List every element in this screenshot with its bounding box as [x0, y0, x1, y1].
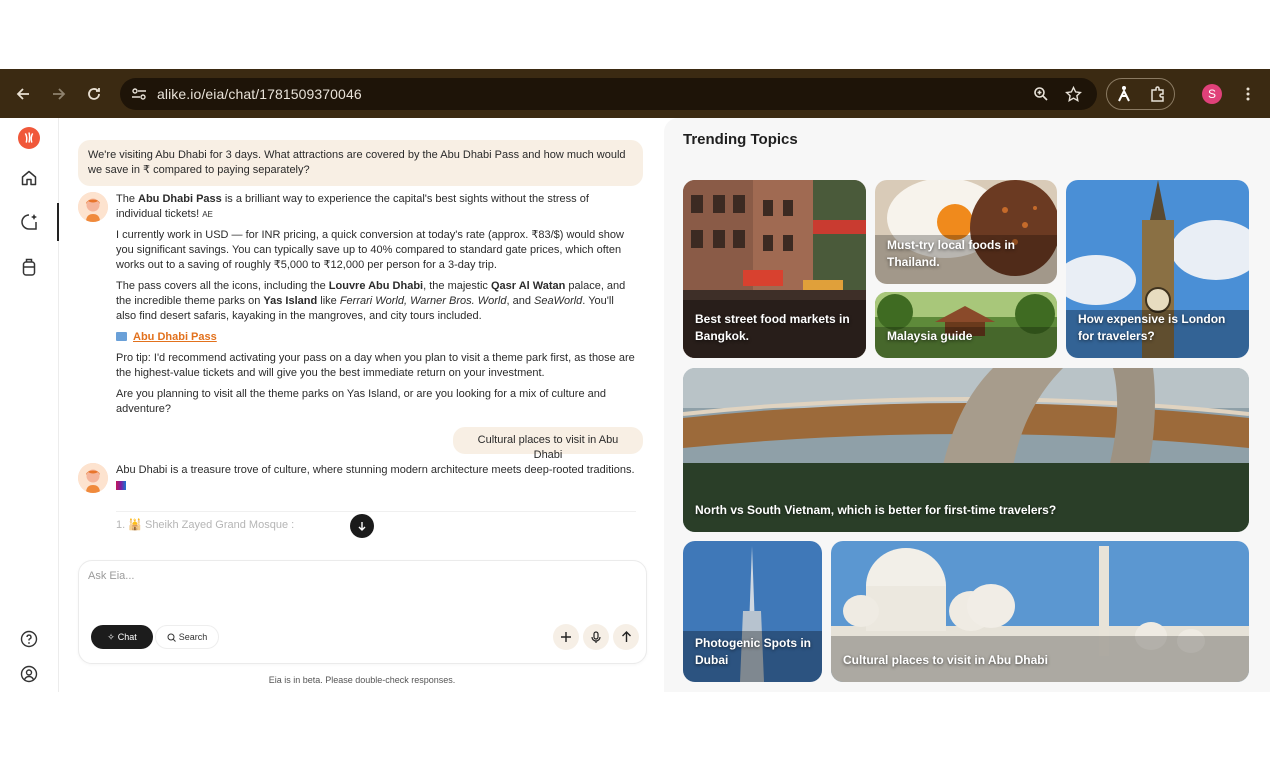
card-title: Malaysia guide [887, 329, 973, 343]
url-text[interactable]: alike.io/eia/chat/1781509370046 [157, 86, 362, 102]
search-icon [167, 633, 176, 642]
ask-input[interactable]: Ask Eia... [88, 570, 134, 582]
flag-icon: AE [202, 210, 213, 219]
user-message-text: Cultural places to visit in Abu Dhabi [477, 434, 619, 461]
bot-link-row: Abu Dhabi Pass [116, 330, 636, 345]
trips-icon[interactable] [18, 256, 40, 278]
active-indicator [57, 203, 59, 241]
bot-avatar [78, 192, 108, 222]
browser-window: alike.io/eia/chat/1781509370046 S We're … [0, 69, 1270, 692]
address-bar[interactable]: alike.io/eia/chat/1781509370046 [120, 78, 1097, 110]
bot-avatar [78, 463, 108, 493]
forward-icon[interactable] [46, 81, 72, 107]
trending-title: Trending Topics [683, 131, 798, 148]
profile-avatar[interactable]: S [1202, 84, 1222, 104]
plus-icon [561, 632, 571, 642]
card-title: Photogenic Spots in Dubai [695, 636, 811, 667]
trending-card[interactable]: North vs South Vietnam, which is better … [683, 368, 1249, 532]
trending-card[interactable]: Photogenic Spots in Dubai [683, 541, 822, 682]
chat-mode-button[interactable]: ✧ Chat [91, 625, 153, 649]
trending-panel: Trending Topics Best street food markets… [664, 118, 1270, 692]
bot-paragraph: Abu Dhabi is a treasure trove of culture… [116, 464, 635, 476]
help-icon[interactable] [18, 628, 40, 650]
card-title: How expensive is London for travelers? [1078, 312, 1226, 343]
user-message-text: We're visiting Abu Dhabi for 3 days. Wha… [88, 149, 626, 176]
beta-disclaimer: Eia is in beta. Please double-check resp… [268, 675, 456, 685]
left-rail [0, 118, 59, 692]
trending-card[interactable]: Malaysia guide [875, 292, 1057, 358]
browser-toolbar: alike.io/eia/chat/1781509370046 S [0, 69, 1270, 118]
composer: Ask Eia... ✧ Chat Search [78, 560, 647, 664]
sparkle-icon: ✧ [107, 631, 115, 642]
bot-paragraph: I currently work in USD — for INR pricin… [116, 229, 624, 271]
bot-message: Abu Dhabi is a treasure trove of culture… [116, 463, 636, 533]
bot-paragraph: The pass covers all the icons, including… [116, 280, 626, 322]
card-title: Best street food markets in Bangkok. [695, 312, 850, 343]
reading-mode-icon[interactable] [1115, 85, 1133, 103]
trending-card[interactable]: How expensive is London for travelers? [1066, 180, 1249, 358]
mic-icon [591, 630, 601, 643]
menu-kebab-icon[interactable] [1235, 81, 1261, 107]
send-button[interactable] [613, 624, 639, 650]
arrow-up-icon [621, 631, 631, 642]
logo-icon[interactable] [18, 127, 40, 149]
bot-message: The Abu Dhabi Pass is a brilliant way to… [116, 192, 636, 423]
user-message: We're visiting Abu Dhabi for 3 days. Wha… [78, 140, 643, 186]
bot-paragraph: Pro tip: I'd recommend activating your p… [116, 352, 635, 379]
bot-paragraph: The Abu Dhabi Pass is a brilliant way to… [116, 193, 589, 220]
profile-icon[interactable] [18, 663, 40, 685]
trending-card[interactable]: Best street food markets in Bangkok. [683, 180, 866, 358]
culture-emoji-icon [116, 480, 636, 495]
voice-button[interactable] [583, 624, 609, 650]
site-settings-icon[interactable] [130, 85, 148, 103]
reload-icon[interactable] [81, 81, 107, 107]
user-message: Cultural places to visit in Abu Dhabi [453, 427, 643, 461]
add-attachment-button[interactable] [553, 624, 579, 650]
chat-panel: We're visiting Abu Dhabi for 3 days. Wha… [60, 118, 652, 692]
card-title: North vs South Vietnam, which is better … [695, 503, 1057, 517]
zoom-icon[interactable] [1032, 85, 1050, 103]
map-icon [116, 332, 127, 341]
fading-list-item: 1. 🕌 Sheikh Zayed Grand Mosque : [116, 511, 636, 533]
trending-card[interactable]: Must-try local foods in Thailand. [875, 180, 1057, 284]
bot-paragraph: Are you planning to visit all the theme … [116, 388, 606, 415]
search-mode-button[interactable]: Search [155, 625, 219, 649]
home-icon[interactable] [18, 167, 40, 189]
extensions-icon[interactable] [1149, 85, 1167, 103]
back-icon[interactable] [10, 81, 36, 107]
scroll-down-button[interactable] [350, 514, 374, 538]
chat-icon[interactable] [18, 211, 40, 233]
extensions-group [1106, 78, 1175, 110]
abu-dhabi-pass-link[interactable]: Abu Dhabi Pass [133, 331, 217, 343]
card-title: Cultural places to visit in Abu Dhabi [843, 653, 1048, 667]
malaysia-image [875, 292, 1057, 358]
trending-card[interactable]: Cultural places to visit in Abu Dhabi [831, 541, 1249, 682]
bookmark-star-icon[interactable] [1064, 85, 1082, 103]
card-title: Must-try local foods in Thailand. [887, 238, 1016, 269]
